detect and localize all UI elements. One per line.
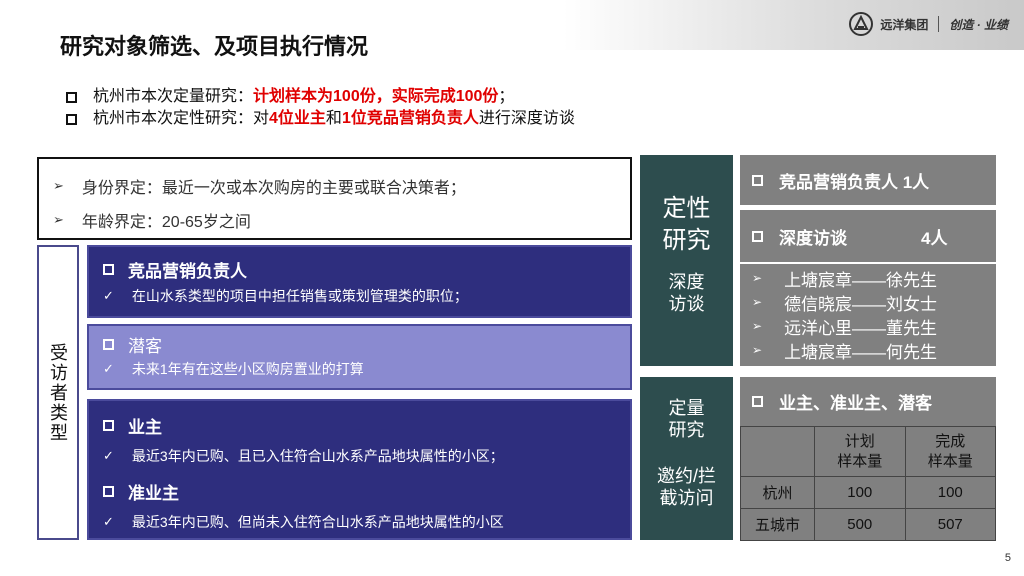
list-item: ➢ 德信晓宸——刘女士 bbox=[752, 294, 938, 314]
check-icon: ✓ bbox=[103, 288, 114, 303]
respondent-box-prospect: 潜客 ✓ 未来1年有在这些小区购房置业的打算 bbox=[87, 324, 632, 390]
summary-bullet-quant: 杭州市本次定量研究： 计划样本为100份，实际完成100份； bbox=[66, 86, 575, 108]
square-bullet-icon bbox=[752, 230, 763, 242]
arrow-bullet-icon: ➢ bbox=[752, 271, 763, 285]
check-icon: ✓ bbox=[103, 448, 114, 463]
table-row: 五城市 500 507 bbox=[740, 508, 996, 541]
list-item: ➢ 上塘宸章——徐先生 bbox=[752, 270, 938, 290]
square-bullet-icon bbox=[752, 174, 763, 186]
page-number: 5 bbox=[1004, 552, 1011, 564]
brand-name: 远洋集团 bbox=[880, 17, 929, 32]
square-bullet-icon bbox=[66, 91, 77, 103]
definition-box: ➢ 身份界定：最近一次或本次购房的主要或联合决策者； ➢ 年龄界定：20-65岁… bbox=[37, 157, 632, 240]
summary-bullets: 杭州市本次定量研究： 计划样本为100份，实际完成100份； 杭州市本次定性研究：… bbox=[66, 86, 575, 130]
arrow-bullet-icon: ➢ bbox=[752, 295, 763, 309]
square-bullet-icon bbox=[103, 419, 114, 431]
square-bullet-icon bbox=[752, 396, 763, 407]
table-header-row: 计划 样本量 完成 样本量 bbox=[740, 426, 996, 477]
square-bullet-icon bbox=[103, 485, 114, 497]
arrow-bullet-icon: ➢ bbox=[53, 178, 64, 193]
check-icon: ✓ bbox=[103, 514, 114, 529]
check-icon: ✓ bbox=[103, 361, 114, 376]
square-bullet-icon bbox=[66, 113, 77, 125]
interviewee-list: ➢ 上塘宸章——徐先生 ➢ 德信晓宸——刘女士 ➢ 远洋心里——董先生 ➢ 上塘宸章——… bbox=[740, 264, 996, 366]
square-bullet-icon bbox=[103, 263, 114, 275]
table-row: 杭州 100 100 bbox=[740, 476, 996, 509]
respondent-box-competitor: 竞品营销负责人 ✓ 在山水系类型的项目中担任销售或策划管理类的职位； bbox=[87, 245, 632, 318]
list-item: ➢ 上塘宸章——何先生 bbox=[752, 342, 938, 362]
qualitative-research-block: 定性 研究 深度 访谈 bbox=[640, 155, 733, 366]
brand-emblem-icon bbox=[849, 12, 874, 36]
sample-size-table: 计划 样本量 完成 样本量 杭州 100 100 五城市 500 507 bbox=[740, 426, 996, 541]
arrow-bullet-icon: ➢ bbox=[752, 319, 763, 333]
slide-title: 研究对象筛选、及项目执行情况 bbox=[60, 34, 369, 59]
quantitative-research-block: 定量 研究 邀约/拦 截访问 bbox=[640, 377, 733, 540]
summary-bullet-qual: 杭州市本次定性研究：对 4位业主和 1位竞品营销负责人 进行深度访谈 bbox=[66, 108, 575, 130]
respondent-box-owner: 业主 ✓ 最近3年内已购、且已入住符合山水系产品地块属性的小区； 准业主 ✓ 最近3… bbox=[87, 399, 632, 540]
square-bullet-icon bbox=[103, 338, 114, 350]
respondent-type-label: 受访者类型 bbox=[37, 245, 79, 540]
quant-sample-heading: 业主、准业主、潜客 bbox=[740, 377, 996, 426]
arrow-bullet-icon: ➢ bbox=[752, 343, 763, 357]
list-item: ➢ 远洋心里——董先生 bbox=[752, 318, 938, 338]
arrow-bullet-icon: ➢ bbox=[53, 212, 64, 227]
brand-slogan: 创造 · 业绩 bbox=[949, 17, 1008, 32]
definition-item: ➢ 年龄界定：20-65岁之间 bbox=[53, 212, 251, 231]
brand-divider bbox=[938, 16, 940, 32]
brand-logo: 远洋集团 创造 · 业绩 bbox=[848, 9, 1008, 39]
definition-item: ➢ 身份界定：最近一次或本次购房的主要或联合决策者； bbox=[53, 178, 466, 197]
competitor-count-box: 竞品营销负责人 1人 bbox=[740, 155, 996, 205]
interview-count-box: 深度访谈 4人 bbox=[740, 210, 996, 262]
